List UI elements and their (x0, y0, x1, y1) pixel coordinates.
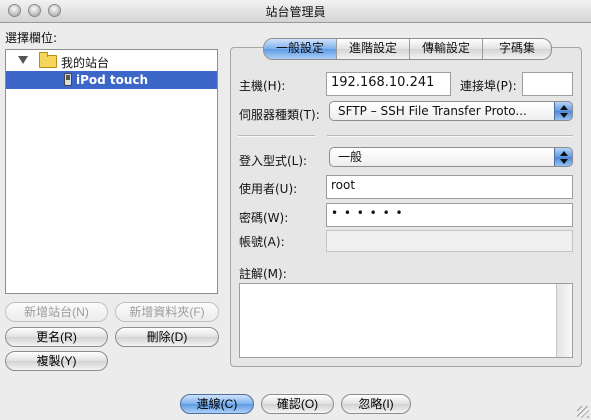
rename-button[interactable]: 更名(R) (5, 327, 108, 347)
ok-button[interactable]: 確認(O) (261, 394, 334, 414)
tab-general[interactable]: 一般設定 (264, 39, 336, 59)
port-input[interactable] (522, 72, 573, 96)
select-arrows-icon (554, 148, 572, 166)
tree-item-label: iPod touch (76, 73, 149, 87)
tab-charset[interactable]: 字碼集 (482, 39, 551, 59)
site-manager-window: 站台管理員 選擇欄位: 我的站台 iPod touch 新增站台(N) 新增資料… (0, 0, 591, 420)
account-input[interactable] (326, 230, 573, 252)
separator (238, 135, 315, 137)
new-folder-button[interactable]: 新增資料夾(F) (115, 302, 219, 322)
window-title: 站台管理員 (265, 5, 326, 19)
site-tree[interactable]: 我的站台 iPod touch (5, 49, 218, 294)
device-icon (64, 73, 72, 86)
title-bar[interactable]: 站台管理員 (0, 0, 591, 23)
copy-button[interactable]: 複製(Y) (5, 351, 108, 371)
host-label: 主機(H): (239, 79, 286, 93)
connect-button[interactable]: 連線(C) (180, 394, 254, 414)
comments-textarea[interactable] (239, 283, 573, 358)
tree-item-my-sites[interactable]: 我的站台 (6, 52, 217, 70)
server-type-value: SFTP – SSH File Transfer Proto... (338, 104, 527, 118)
resize-grip-icon[interactable] (577, 406, 589, 418)
disclosure-triangle-icon[interactable] (18, 56, 28, 64)
comments-label: 註解(M): (239, 267, 287, 281)
tree-item-ipod-touch[interactable]: iPod touch (6, 71, 217, 89)
host-input[interactable]: 192.168.10.241 (326, 72, 451, 96)
separator (327, 135, 573, 137)
select-arrows-icon (554, 102, 572, 120)
settings-tabs[interactable]: 一般設定 進階設定 傳輸設定 字碼集 (263, 38, 552, 60)
user-input[interactable]: root (326, 175, 573, 199)
logon-type-select[interactable]: 一般 (329, 147, 573, 167)
password-label: 密碼(W): (239, 211, 289, 225)
tree-item-label: 我的站台 (61, 56, 110, 70)
tab-advanced[interactable]: 進階設定 (336, 39, 409, 59)
password-input[interactable]: • • • • • • (326, 203, 573, 227)
server-type-label: 伺服器種類(T): (239, 108, 320, 122)
tab-transfer[interactable]: 傳輸設定 (409, 39, 482, 59)
cancel-button[interactable]: 忽略(I) (341, 394, 411, 414)
comments-scrollbar[interactable] (556, 284, 572, 357)
folder-icon (39, 52, 57, 68)
server-type-select[interactable]: SFTP – SSH File Transfer Proto... (329, 101, 573, 121)
account-label: 帳號(A): (239, 235, 285, 249)
new-site-button[interactable]: 新增站台(N) (5, 302, 108, 322)
delete-button[interactable]: 刪除(D) (115, 327, 219, 347)
user-label: 使用者(U): (239, 182, 298, 196)
logon-type-value: 一般 (338, 150, 363, 164)
port-label: 連接埠(P): (460, 79, 517, 93)
logon-type-label: 登入型式(L): (239, 154, 308, 168)
select-entry-label: 選擇欄位: (5, 31, 58, 45)
